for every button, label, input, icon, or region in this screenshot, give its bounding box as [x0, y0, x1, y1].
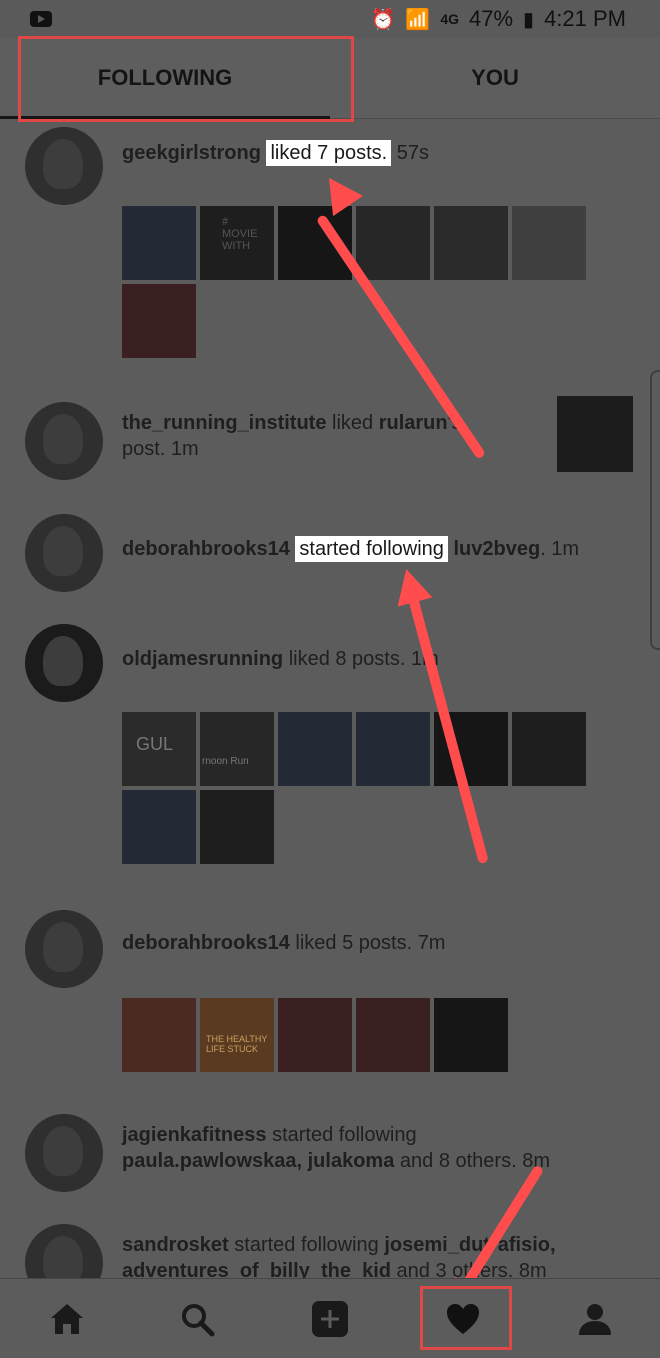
action-text: and 3 others.	[396, 1260, 514, 1278]
home-icon	[51, 1304, 83, 1334]
heart-tab-highlight	[420, 1286, 512, 1350]
post-thumbnail[interactable]: # MOVIE WITH	[200, 206, 274, 280]
clock: 4:21 PM	[544, 6, 626, 31]
thumb-caption: rnoon Run	[202, 756, 249, 767]
avatar[interactable]	[25, 402, 103, 480]
post-thumbnail[interactable]	[278, 712, 352, 786]
thumbnail-grid: THE HEALTHY LIFE STUCK	[122, 998, 592, 1074]
youtube-notification-icon	[30, 11, 52, 27]
activity-feed[interactable]: geekgirlstrong liked 7 posts. 57s # MOVI…	[0, 118, 660, 1278]
timestamp: 7m	[417, 932, 446, 954]
home-button[interactable]	[42, 1294, 92, 1344]
post-thumbnail[interactable]	[557, 396, 633, 472]
action-text: started following	[272, 1124, 417, 1146]
target-username[interactable]: adventures_of_billy_the_kid	[122, 1260, 391, 1278]
post-thumbnail[interactable]	[122, 284, 196, 358]
thumbnail-grid: GUL rnoon Run	[122, 712, 592, 866]
bottom-nav	[0, 1278, 660, 1358]
action-text: post. 1m	[122, 438, 199, 460]
activity-text: deborahbrooks14 liked 5 posts. 7m	[122, 930, 445, 956]
post-thumbnail[interactable]	[122, 206, 196, 280]
target-username[interactable]: luv2bveg	[453, 538, 540, 560]
action-highlight: started following	[295, 536, 448, 562]
avatar[interactable]	[25, 910, 103, 988]
activity-text: deborahbrooks14 started following luv2bv…	[122, 536, 579, 562]
following-tab-highlight	[18, 36, 354, 122]
action-text: liked	[332, 412, 374, 434]
post-thumbnail[interactable]	[356, 998, 430, 1072]
target-username[interactable]: josemi_dutrafisio,	[384, 1234, 555, 1256]
username[interactable]: geekgirlstrong	[122, 142, 261, 164]
wifi-icon: 📶	[405, 8, 431, 31]
activity-text: oldjamesrunning liked 8 posts. 1m	[122, 646, 439, 672]
add-icon	[312, 1301, 348, 1337]
post-thumbnail[interactable]	[512, 712, 586, 786]
avatar[interactable]	[25, 624, 103, 702]
post-thumbnail[interactable]	[122, 998, 196, 1072]
timestamp: . 1m	[540, 538, 580, 560]
post-thumbnail[interactable]	[200, 790, 274, 864]
action-text: liked 5 posts.	[295, 932, 413, 954]
username[interactable]: sandrosket	[122, 1234, 229, 1256]
tab-you-label: YOU	[471, 65, 519, 90]
activity-text: sandrosket started following josemi_dutr…	[122, 1232, 642, 1278]
status-bar: ⏰ 📶 4G 47% ▮ 4:21 PM	[0, 0, 660, 38]
thumbnail-grid: # MOVIE WITH	[122, 206, 592, 360]
action-text: liked 8 posts.	[288, 648, 406, 670]
post-thumbnail[interactable]: GUL	[122, 712, 196, 786]
username[interactable]: deborahbrooks14	[122, 538, 290, 560]
search-button[interactable]	[172, 1294, 222, 1344]
thumb-caption: GUL	[136, 734, 174, 754]
tab-you[interactable]: YOU	[330, 38, 660, 118]
post-thumbnail[interactable]	[356, 206, 430, 280]
search-icon	[182, 1304, 215, 1337]
post-thumbnail[interactable]	[356, 712, 430, 786]
username[interactable]: the_running_institute	[122, 412, 326, 434]
network-label: 4G	[440, 11, 459, 27]
action-text: started following	[234, 1234, 379, 1256]
alarm-icon: ⏰	[370, 8, 396, 31]
post-thumbnail[interactable]	[512, 206, 586, 280]
activity-text: geekgirlstrong liked 7 posts. 57s	[122, 140, 429, 166]
username[interactable]: jagienkafitness	[122, 1124, 267, 1146]
profile-button[interactable]	[570, 1294, 620, 1344]
post-thumbnail[interactable]: rnoon Run	[200, 712, 274, 786]
avatar[interactable]	[25, 1114, 103, 1192]
battery-icon: ▮	[523, 8, 535, 31]
target-username[interactable]: rularun	[379, 412, 448, 434]
avatar[interactable]	[25, 127, 103, 205]
username[interactable]: oldjamesrunning	[122, 648, 283, 670]
new-post-button[interactable]	[305, 1294, 355, 1344]
avatar[interactable]	[25, 1224, 103, 1278]
post-thumbnail[interactable]	[434, 998, 508, 1072]
activity-text: jagienkafitness started following paula.…	[122, 1122, 642, 1174]
post-thumbnail[interactable]	[434, 206, 508, 280]
thumb-caption: THE HEALTHY LIFE STUCK	[206, 1034, 268, 1054]
profile-icon	[579, 1304, 611, 1335]
timestamp: 8m	[518, 1260, 547, 1278]
post-thumbnail[interactable]	[122, 790, 196, 864]
battery-percent: 47%	[469, 6, 514, 31]
action-highlight: liked 7 posts.	[266, 140, 392, 166]
avatar[interactable]	[25, 514, 103, 592]
timestamp: 57s	[396, 142, 430, 164]
target-usernames[interactable]: paula.pawlowskaa, julakoma	[122, 1150, 394, 1172]
post-thumbnail[interactable]	[278, 998, 352, 1072]
action-text: and 8 others.	[399, 1150, 517, 1172]
status-right: ⏰ 📶 4G 47% ▮ 4:21 PM	[371, 6, 627, 32]
thumb-caption: # MOVIE WITH	[222, 216, 258, 252]
post-thumbnail[interactable]: THE HEALTHY LIFE STUCK	[200, 998, 274, 1072]
username[interactable]: deborahbrooks14	[122, 932, 290, 954]
scrollbar[interactable]	[650, 370, 660, 650]
